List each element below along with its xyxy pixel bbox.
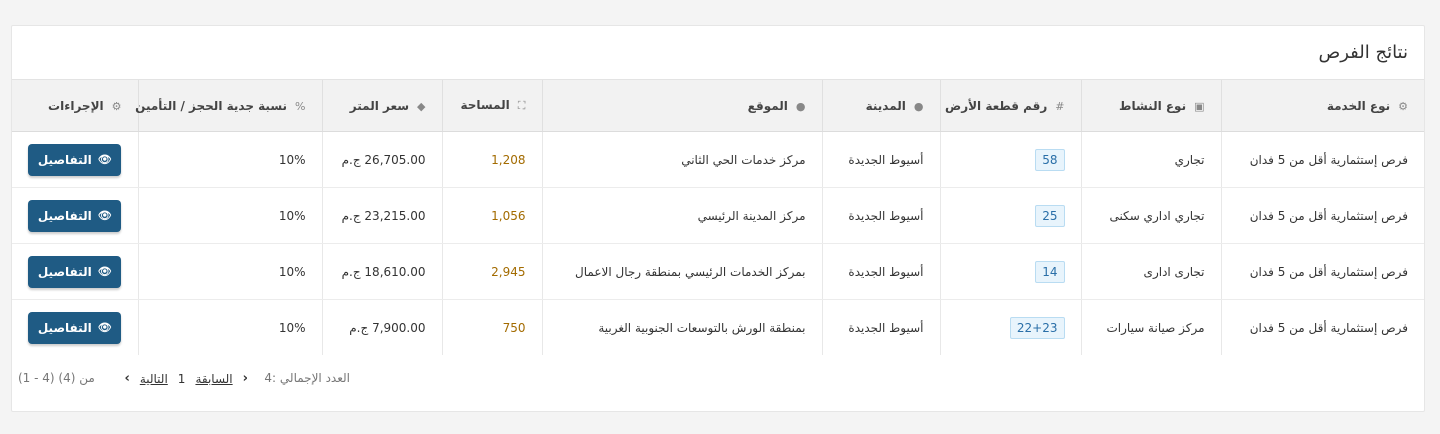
cell-activity: تجاري bbox=[1080, 131, 1221, 188]
cell-location: مركز خدمات الحي الثاني bbox=[541, 131, 822, 188]
chevron-left-icon[interactable]: › bbox=[124, 371, 129, 386]
expand-icon: ⛶ bbox=[517, 99, 526, 112]
cell-plot: 58 bbox=[939, 131, 1081, 188]
details-button[interactable]: 👁 التفاصيل bbox=[28, 199, 122, 232]
details-button[interactable]: 👁 التفاصيل bbox=[28, 143, 122, 176]
cell-city: أسيوط الجديدة bbox=[821, 131, 940, 188]
cell-area: 2,945 bbox=[441, 243, 542, 300]
cell-location: بمنطقة الورش بالتوسعات الجنوبية الغربية bbox=[541, 299, 822, 355]
cell-service: فرص إستثمارية أقل من 5 فدان bbox=[1220, 131, 1424, 188]
cell-actions: 👁 التفاصيل bbox=[12, 300, 138, 356]
prev-page-link[interactable]: السابقة bbox=[195, 372, 232, 386]
map-marker-icon: ● bbox=[795, 99, 806, 113]
plot-badge: 58 bbox=[1035, 148, 1065, 171]
next-page-link[interactable]: التالية bbox=[140, 372, 168, 386]
cell-actions: 👁 التفاصيل bbox=[12, 131, 138, 188]
hash-icon: # bbox=[1055, 99, 1065, 113]
chevron-right-icon[interactable]: ‹ bbox=[243, 371, 248, 386]
cell-percent: 10% bbox=[137, 131, 322, 188]
page-range: (1 - 4) من (4) bbox=[18, 371, 95, 385]
eye-icon: 👁 bbox=[97, 321, 112, 334]
current-page: 1 bbox=[177, 371, 186, 386]
percent-icon: % bbox=[295, 99, 306, 113]
eye-icon: 👁 bbox=[97, 153, 112, 166]
cell-price: 23,215.00 ج.م bbox=[321, 187, 442, 244]
eye-icon: 👁 bbox=[97, 209, 112, 222]
cell-actions: 👁 التفاصيل bbox=[12, 243, 138, 300]
col-area: ⛶المساحة bbox=[441, 80, 542, 132]
cell-service: فرص إستثمارية أقل من 5 فدان bbox=[1220, 299, 1424, 355]
table-header-row: ⚙نوع الخدمة ▣نوع النشاط #رقم قطعة الأرض … bbox=[12, 80, 1424, 132]
details-button[interactable]: 👁 التفاصيل bbox=[28, 311, 122, 344]
plot-badge: 25 bbox=[1035, 204, 1065, 227]
cell-city: أسيوط الجديدة bbox=[821, 243, 940, 300]
cell-percent: 10% bbox=[137, 243, 322, 300]
cell-actions: 👁 التفاصيل bbox=[12, 187, 138, 244]
cell-activity: مركز صيانة سيارات bbox=[1080, 299, 1221, 355]
table-row: فرص إستثمارية أقل من 5 فدان تجارى ادارى … bbox=[12, 243, 1424, 300]
cell-plot: 14 bbox=[939, 243, 1081, 300]
col-service-type: ⚙نوع الخدمة bbox=[1220, 80, 1424, 132]
cell-area: 750 bbox=[441, 299, 542, 355]
cell-area: 1,056 bbox=[441, 187, 542, 244]
col-actions: ⚙الإجراءات bbox=[12, 80, 138, 132]
cell-price: 26,705.00 ج.م bbox=[321, 131, 442, 188]
col-activity-type: ▣نوع النشاط bbox=[1080, 80, 1221, 132]
plot-badge: 14 bbox=[1035, 260, 1065, 283]
cell-activity: تجارى ادارى bbox=[1080, 243, 1221, 300]
cell-service: فرص إستثمارية أقل من 5 فدان bbox=[1220, 187, 1424, 244]
cell-percent: 10% bbox=[137, 299, 322, 355]
cell-location: مركز المدينة الرئيسي bbox=[541, 187, 822, 244]
col-meter-price: ◆سعر المتر bbox=[321, 80, 442, 132]
pagination: ‹ السابقة 1 التالية › bbox=[124, 371, 248, 386]
map-marker-icon: ● bbox=[913, 99, 924, 113]
col-plot-number: #رقم قطعة الأرض bbox=[939, 80, 1081, 132]
total-count: العدد الإجمالي :4 bbox=[264, 371, 350, 385]
cogs-icon: ⚙ bbox=[1398, 99, 1408, 113]
results-table: ⚙نوع الخدمة ▣نوع النشاط #رقم قطعة الأرض … bbox=[12, 80, 1424, 355]
cell-service: فرص إستثمارية أقل من 5 فدان bbox=[1220, 243, 1424, 300]
results-card: نتائج الفرص ⚙نوع الخدمة ▣نوع النشاط #رقم… bbox=[11, 25, 1425, 412]
cell-plot: 25 bbox=[939, 187, 1081, 244]
table-row: فرص إستثمارية أقل من 5 فدان مركز صيانة س… bbox=[12, 299, 1424, 356]
cell-price: 7,900.00 ج.م bbox=[321, 299, 442, 355]
col-location: ●الموقع bbox=[541, 80, 822, 132]
eye-icon: 👁 bbox=[97, 265, 112, 278]
cell-price: 18,610.00 ج.م bbox=[321, 243, 442, 300]
card-title: نتائج الفرص bbox=[1318, 42, 1408, 63]
cell-area: 1,208 bbox=[441, 131, 542, 188]
briefcase-icon: ▣ bbox=[1194, 99, 1205, 113]
cell-plot: 22+23 bbox=[939, 299, 1081, 355]
cell-city: أسيوط الجديدة bbox=[821, 299, 940, 355]
details-button[interactable]: 👁 التفاصيل bbox=[28, 255, 122, 288]
tag-icon: ◆ bbox=[417, 99, 426, 113]
cell-city: أسيوط الجديدة bbox=[821, 187, 940, 244]
cell-percent: 10% bbox=[137, 187, 322, 244]
cell-activity: تجاري اداري سكنى bbox=[1080, 187, 1221, 244]
plot-badge: 22+23 bbox=[1009, 316, 1065, 339]
table-row: فرص إستثمارية أقل من 5 فدان تجاري اداري … bbox=[12, 187, 1424, 244]
col-deposit-percent: %نسبة جدية الحجز / التأمين bbox=[135, 80, 322, 132]
card-header: نتائج الفرص bbox=[12, 26, 1424, 80]
table-row: فرص إستثمارية أقل من 5 فدان تجاري 58 أسي… bbox=[12, 131, 1424, 188]
col-city: ●المدينة bbox=[821, 80, 940, 132]
cogs-icon: ⚙ bbox=[111, 99, 122, 113]
cell-location: بمركز الخدمات الرئيسي بمنطقة رجال الاعما… bbox=[541, 243, 822, 300]
table-footer: العدد الإجمالي :4 ‹ السابقة 1 التالية › … bbox=[12, 355, 1424, 403]
